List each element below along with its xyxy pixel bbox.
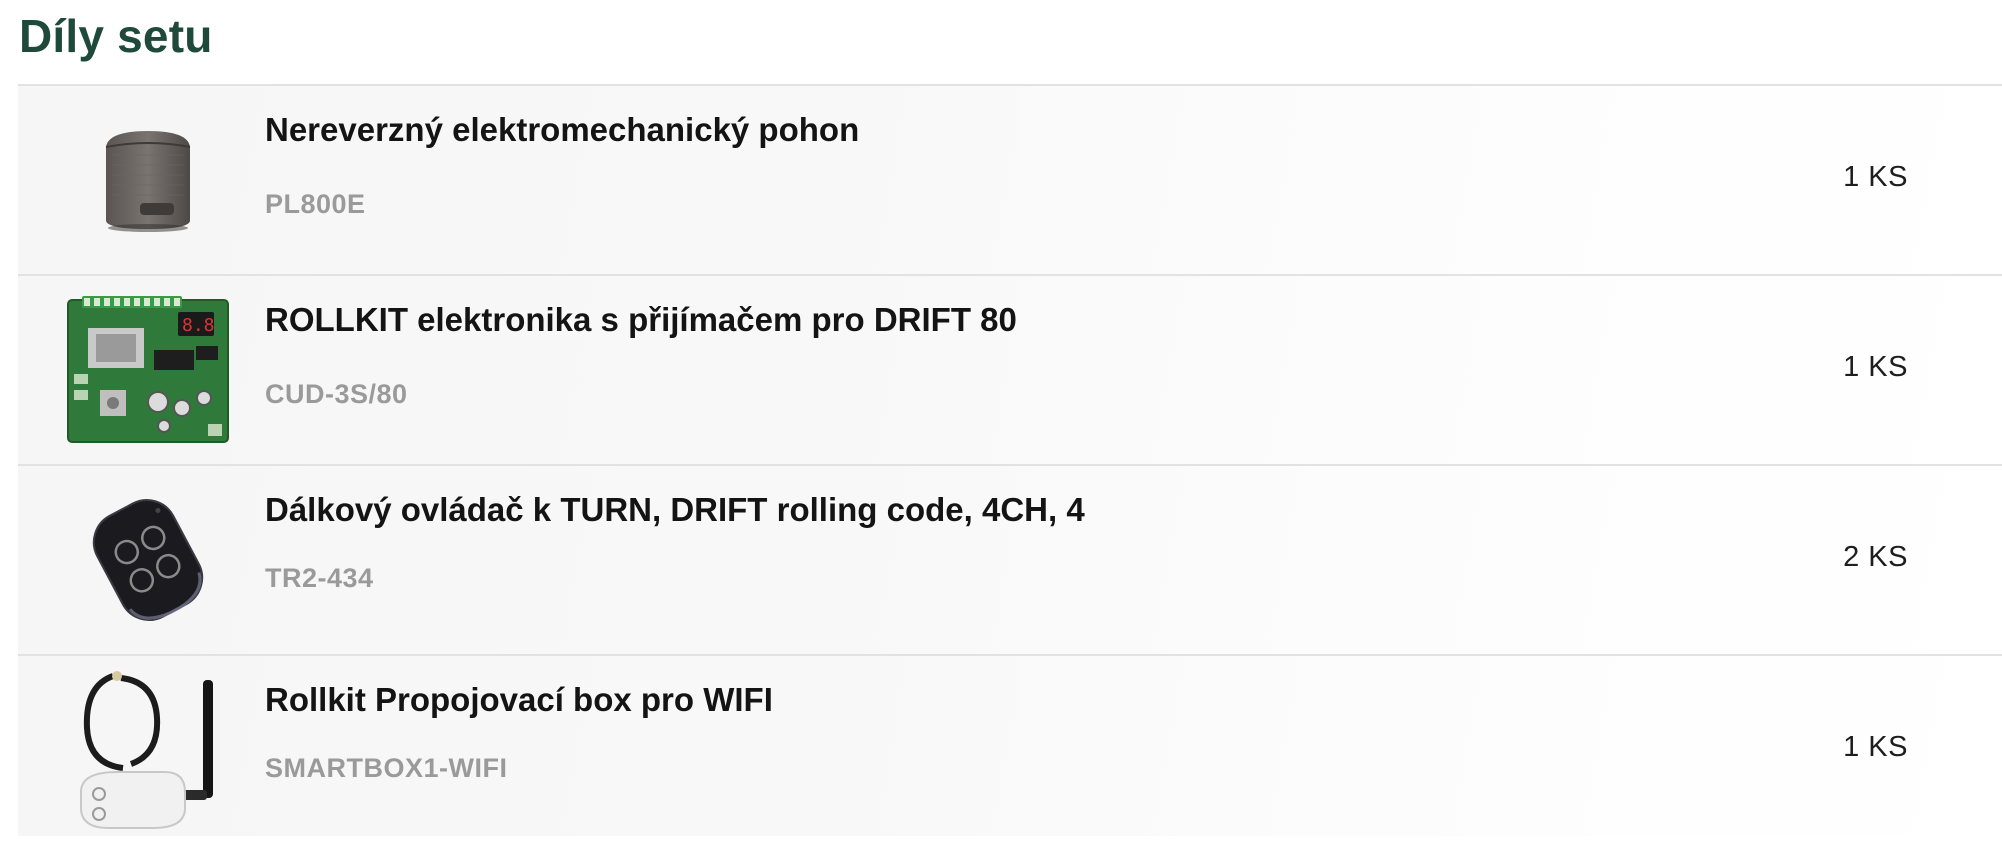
part-quantity: 1 KS xyxy=(1843,351,1908,383)
part-code: CUD-3S/80 xyxy=(265,379,408,409)
part-row-wifi-box[interactable]: Rollkit Propojovací box pro WIFI SMARTBO… xyxy=(18,656,2002,836)
motor-unit-image[interactable] xyxy=(58,100,238,260)
part-name[interactable]: Dálkový ovládač k TURN, DRIFT rolling co… xyxy=(265,490,1085,530)
svg-text:8.8: 8.8 xyxy=(182,315,215,336)
part-quantity: 2 KS xyxy=(1843,541,1908,573)
section-title: Díly setu xyxy=(19,10,213,62)
part-name[interactable]: ROLLKIT elektronika s přijímačem pro DRI… xyxy=(265,300,1017,340)
part-row-remote[interactable]: Dálkový ovládač k TURN, DRIFT rolling co… xyxy=(18,466,2002,656)
part-code: PL800E xyxy=(265,189,366,219)
remote-control-image[interactable] xyxy=(58,480,238,640)
part-name[interactable]: Rollkit Propojovací box pro WIFI xyxy=(265,680,773,720)
part-row-electronics[interactable]: 8.8 ROLLKIT elektronika s přijímačem pro… xyxy=(18,276,2002,466)
circuit-board-image[interactable]: 8.8 xyxy=(58,290,238,450)
part-quantity: 1 KS xyxy=(1843,161,1908,193)
part-name[interactable]: Nereverzný elektromechanický pohon xyxy=(265,110,859,150)
parts-list: Nereverzný elektromechanický pohon PL800… xyxy=(18,84,2002,836)
wifi-box-image[interactable] xyxy=(58,670,238,830)
part-quantity: 1 KS xyxy=(1843,731,1908,763)
part-row-motor[interactable]: Nereverzný elektromechanický pohon PL800… xyxy=(18,86,2002,276)
part-code: SMARTBOX1-WIFI xyxy=(265,753,508,783)
part-code: TR2-434 xyxy=(265,563,374,593)
set-parts-section: Díly setu Nereverzný elektromechanický p… xyxy=(0,0,2002,842)
